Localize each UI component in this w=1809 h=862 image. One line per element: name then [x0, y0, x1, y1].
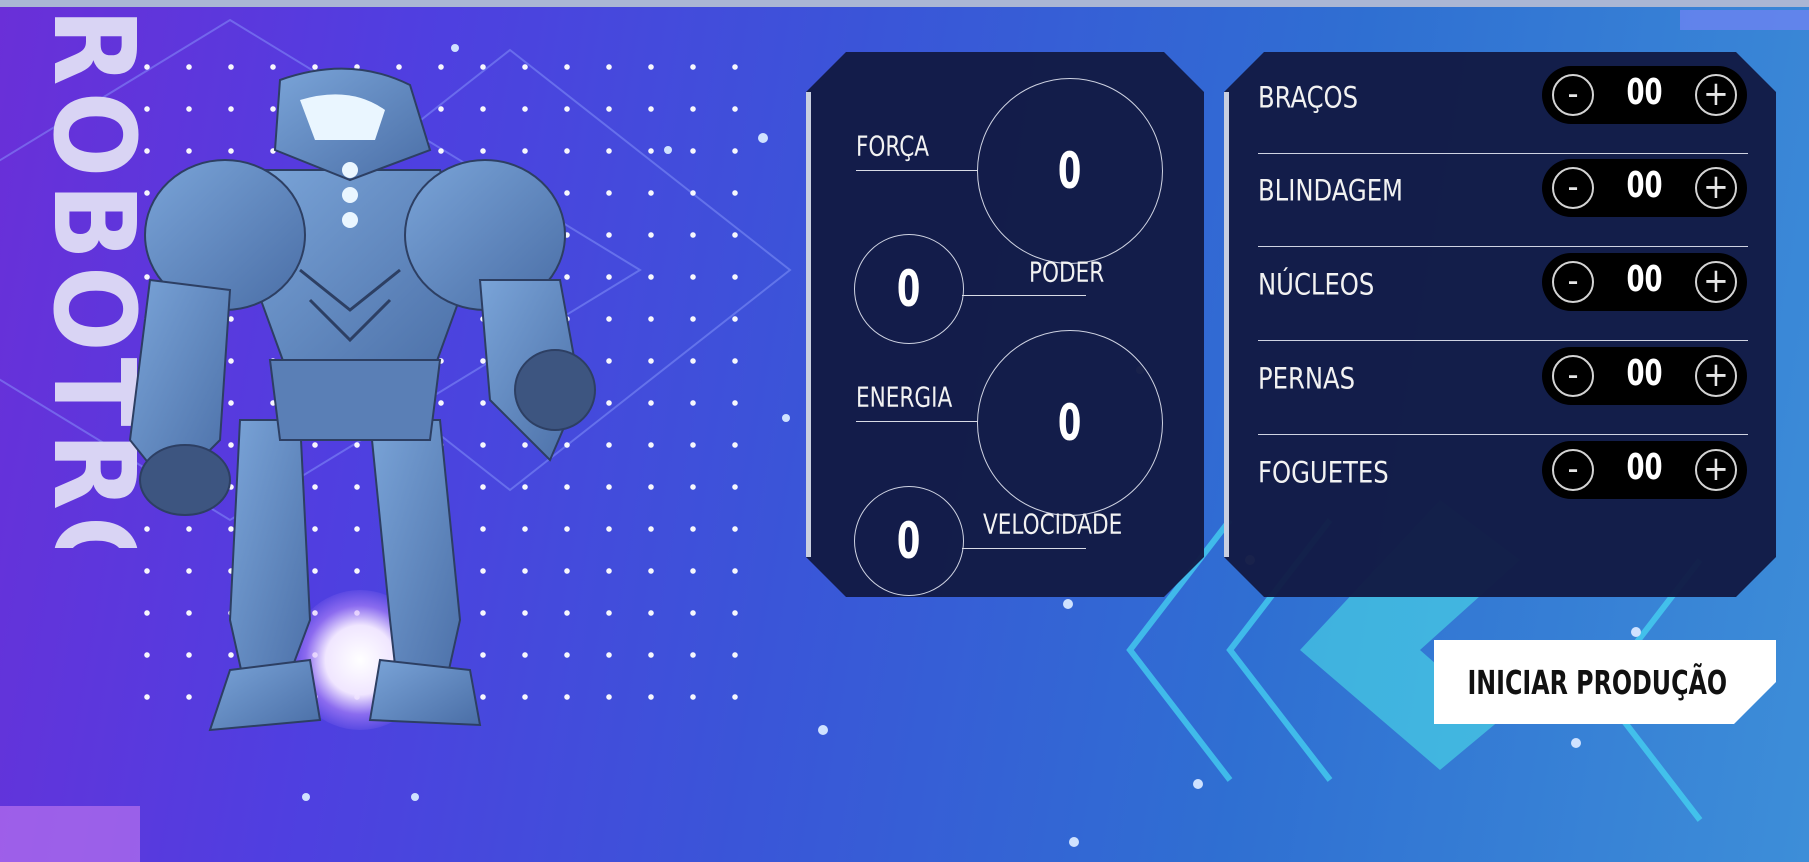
stat-line-forca — [856, 170, 978, 171]
quantity-value: 00 — [1602, 165, 1687, 206]
stat-line-poder — [962, 295, 1086, 296]
part-label: BLINDAGEM — [1258, 174, 1404, 209]
quantity-number: 00 — [1626, 447, 1663, 488]
stat-forca-value: 0 — [977, 78, 1163, 264]
stat-line-velocidade — [962, 548, 1086, 549]
quantity-value: 00 — [1602, 447, 1687, 488]
stat-poder-value: 0 — [854, 234, 964, 344]
part-row-blindagem: BLINDAGEM - 00 + — [1258, 154, 1748, 247]
quantity-number: 00 — [1626, 259, 1663, 300]
stat-label-forca: FORÇA — [856, 130, 930, 163]
quantity-value: 00 — [1602, 353, 1687, 394]
part-label: PERNAS — [1258, 362, 1356, 397]
increment-button[interactable]: + — [1695, 74, 1737, 116]
increment-button[interactable]: + — [1695, 355, 1737, 397]
stat-energia-number: 0 — [1058, 394, 1082, 452]
stat-velocidade-value: 0 — [854, 486, 964, 596]
increment-button[interactable]: + — [1695, 449, 1737, 491]
row-divider — [1258, 246, 1748, 247]
decrement-button[interactable]: - — [1552, 355, 1594, 397]
quantity-number: 00 — [1626, 165, 1663, 206]
decrement-button[interactable]: - — [1552, 74, 1594, 116]
browser-top-border — [0, 0, 1809, 7]
quantity-stepper: - 00 + — [1542, 159, 1747, 217]
start-production-label: INICIAR PRODUÇÃO — [1467, 662, 1727, 702]
decrement-button[interactable]: - — [1552, 261, 1594, 303]
quantity-number: 00 — [1626, 72, 1663, 113]
decrement-button[interactable]: - — [1552, 449, 1594, 491]
stat-label-energia: ENERGIA — [856, 381, 953, 414]
quantity-value: 00 — [1602, 259, 1687, 300]
parts-panel-edge — [1224, 92, 1229, 557]
stat-line-energia — [856, 421, 978, 422]
part-row-nucleos: NÚCLEOS - 00 + — [1258, 248, 1748, 341]
row-divider — [1258, 434, 1748, 435]
stat-poder-number: 0 — [897, 260, 921, 318]
start-production-button[interactable]: INICIAR PRODUÇÃO — [1434, 640, 1776, 724]
part-row-foguetes: FOGUETES - 00 + — [1258, 436, 1748, 529]
robot-image — [128, 67, 596, 732]
part-row-bracos: BRAÇOS - 00 + — [1258, 61, 1748, 154]
stat-forca-number: 0 — [1058, 142, 1082, 200]
stat-label-poder: PODER — [1029, 256, 1105, 289]
part-label: FOGUETES — [1258, 456, 1389, 491]
stat-velocidade-number: 0 — [897, 512, 921, 570]
part-label: BRAÇOS — [1258, 81, 1359, 116]
quantity-stepper: - 00 + — [1542, 66, 1747, 124]
increment-button[interactable]: + — [1695, 261, 1737, 303]
quantity-stepper: - 00 + — [1542, 253, 1747, 311]
quantity-stepper: - 00 + — [1542, 347, 1747, 405]
part-label: NÚCLEOS — [1258, 268, 1375, 303]
quantity-number: 00 — [1626, 353, 1663, 394]
increment-button[interactable]: + — [1695, 167, 1737, 209]
decrement-button[interactable]: - — [1552, 167, 1594, 209]
quantity-value: 00 — [1602, 72, 1687, 113]
part-row-pernas: PERNAS - 00 + — [1258, 342, 1748, 435]
row-divider — [1258, 340, 1748, 341]
stat-label-velocidade: VELOCIDADE — [983, 508, 1123, 541]
stat-energia-value: 0 — [977, 330, 1163, 516]
stats-panel-edge — [806, 92, 811, 557]
quantity-stepper: - 00 + — [1542, 441, 1747, 499]
